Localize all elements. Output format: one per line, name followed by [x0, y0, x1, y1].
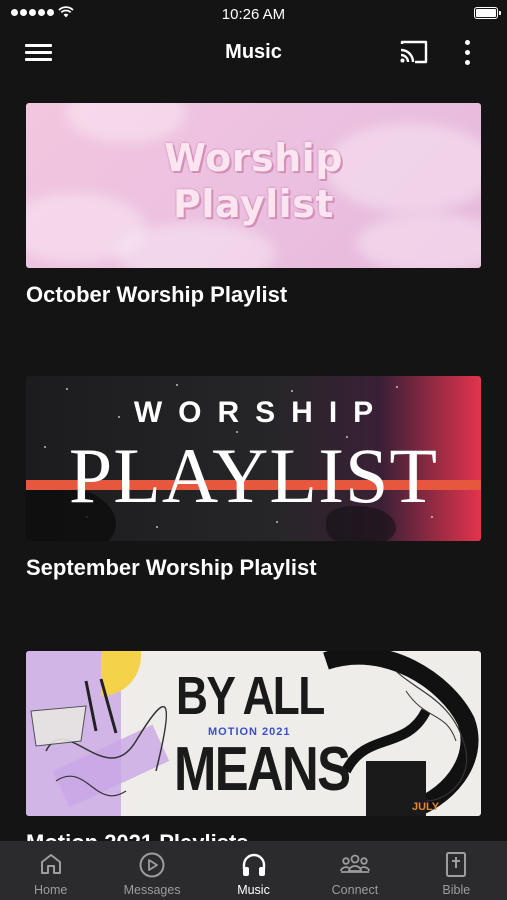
play-circle-icon: [139, 852, 165, 878]
artwork-title-top: WORSHIP: [133, 396, 390, 429]
tab-connect[interactable]: Connect: [304, 841, 405, 900]
headphones-icon: [242, 853, 265, 876]
playlist-artwork-motion: BY ALL MOTION 2021 MEANS JULY: [26, 651, 481, 816]
tab-bible[interactable]: Bible: [406, 841, 507, 900]
playlist-artwork-september: WORSHIP PLAYLIST: [26, 376, 481, 541]
status-time: 10:26 AM: [221, 6, 286, 23]
playlist-artwork-october: Worship Playlist: [26, 103, 481, 268]
artwork-title-bottom: PLAYLIST: [68, 432, 439, 519]
tab-label: Music: [237, 883, 270, 897]
tab-label: Messages: [123, 883, 181, 897]
playlist-card-motion[interactable]: BY ALL MOTION 2021 MEANS JULY Motion 202…: [26, 651, 481, 856]
page-title: Music: [225, 41, 282, 63]
artwork-title-bottom: MEANS: [174, 735, 351, 804]
more-options-button[interactable]: [458, 38, 478, 68]
playlist-card-october[interactable]: Worship Playlist October Worship Playlis…: [26, 103, 481, 308]
artwork-corner-text: JULY: [412, 801, 440, 813]
artwork-title-top: BY ALL: [176, 666, 325, 726]
playlist-card-september[interactable]: WORSHIP PLAYLIST September Worship Playl…: [26, 376, 481, 581]
home-icon: [40, 854, 61, 874]
playlist-title: October Worship Playlist: [26, 282, 288, 307]
tab-label: Connect: [331, 883, 379, 897]
tab-label: Home: [34, 883, 68, 897]
app-header: Music: [0, 28, 507, 78]
playlist-title: September Worship Playlist: [26, 555, 317, 580]
people-icon: [340, 854, 370, 873]
tab-music[interactable]: Music: [203, 841, 304, 900]
battery-icon: [474, 7, 501, 19]
bible-icon: [446, 852, 467, 877]
menu-button[interactable]: [24, 40, 54, 64]
cast-icon[interactable]: [398, 38, 430, 66]
artwork-title: Worship Playlist: [164, 136, 343, 226]
tab-messages[interactable]: Messages: [101, 841, 202, 900]
tab-bar: Home Messages Music Connect Bible: [0, 841, 507, 900]
status-bar: 10:26 AM: [0, 0, 507, 28]
tab-label: Bible: [442, 883, 471, 897]
tab-home[interactable]: Home: [0, 841, 101, 900]
